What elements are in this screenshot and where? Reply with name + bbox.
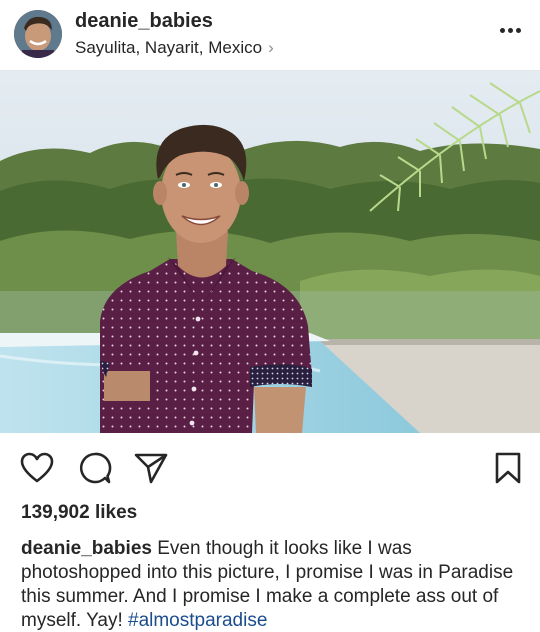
chevron-right-icon: › [268, 38, 274, 57]
caption-username[interactable]: deanie_babies [21, 538, 152, 559]
send-icon [134, 453, 168, 484]
post-image [0, 71, 540, 433]
bookmark-icon [495, 452, 521, 484]
likes-count[interactable]: 139,902 likes [21, 502, 137, 524]
caption-hashtag[interactable]: #almostparadise [128, 610, 267, 631]
post-username[interactable]: deanie_babies [75, 10, 213, 33]
comment-icon [79, 452, 112, 484]
more-horizontal-icon [499, 27, 505, 33]
post-location[interactable]: Sayulita, Nayarit, Mexico › [75, 38, 274, 58]
heart-icon [20, 452, 54, 483]
post-caption: deanie_babies Even though it looks like … [21, 537, 526, 632]
post-photo[interactable] [0, 71, 540, 433]
save-button[interactable] [488, 448, 528, 488]
post-header: deanie_babies Sayulita, Nayarit, Mexico › [0, 0, 540, 70]
more-dot [515, 27, 521, 33]
comment-button[interactable] [75, 448, 115, 488]
share-button[interactable] [131, 448, 171, 488]
avatar[interactable] [14, 10, 62, 58]
like-button[interactable] [17, 448, 57, 488]
more-options-button[interactable] [496, 20, 524, 40]
more-dot [507, 27, 513, 33]
location-label[interactable]: Sayulita, Nayarit, Mexico [75, 38, 262, 57]
action-bar [0, 440, 540, 496]
